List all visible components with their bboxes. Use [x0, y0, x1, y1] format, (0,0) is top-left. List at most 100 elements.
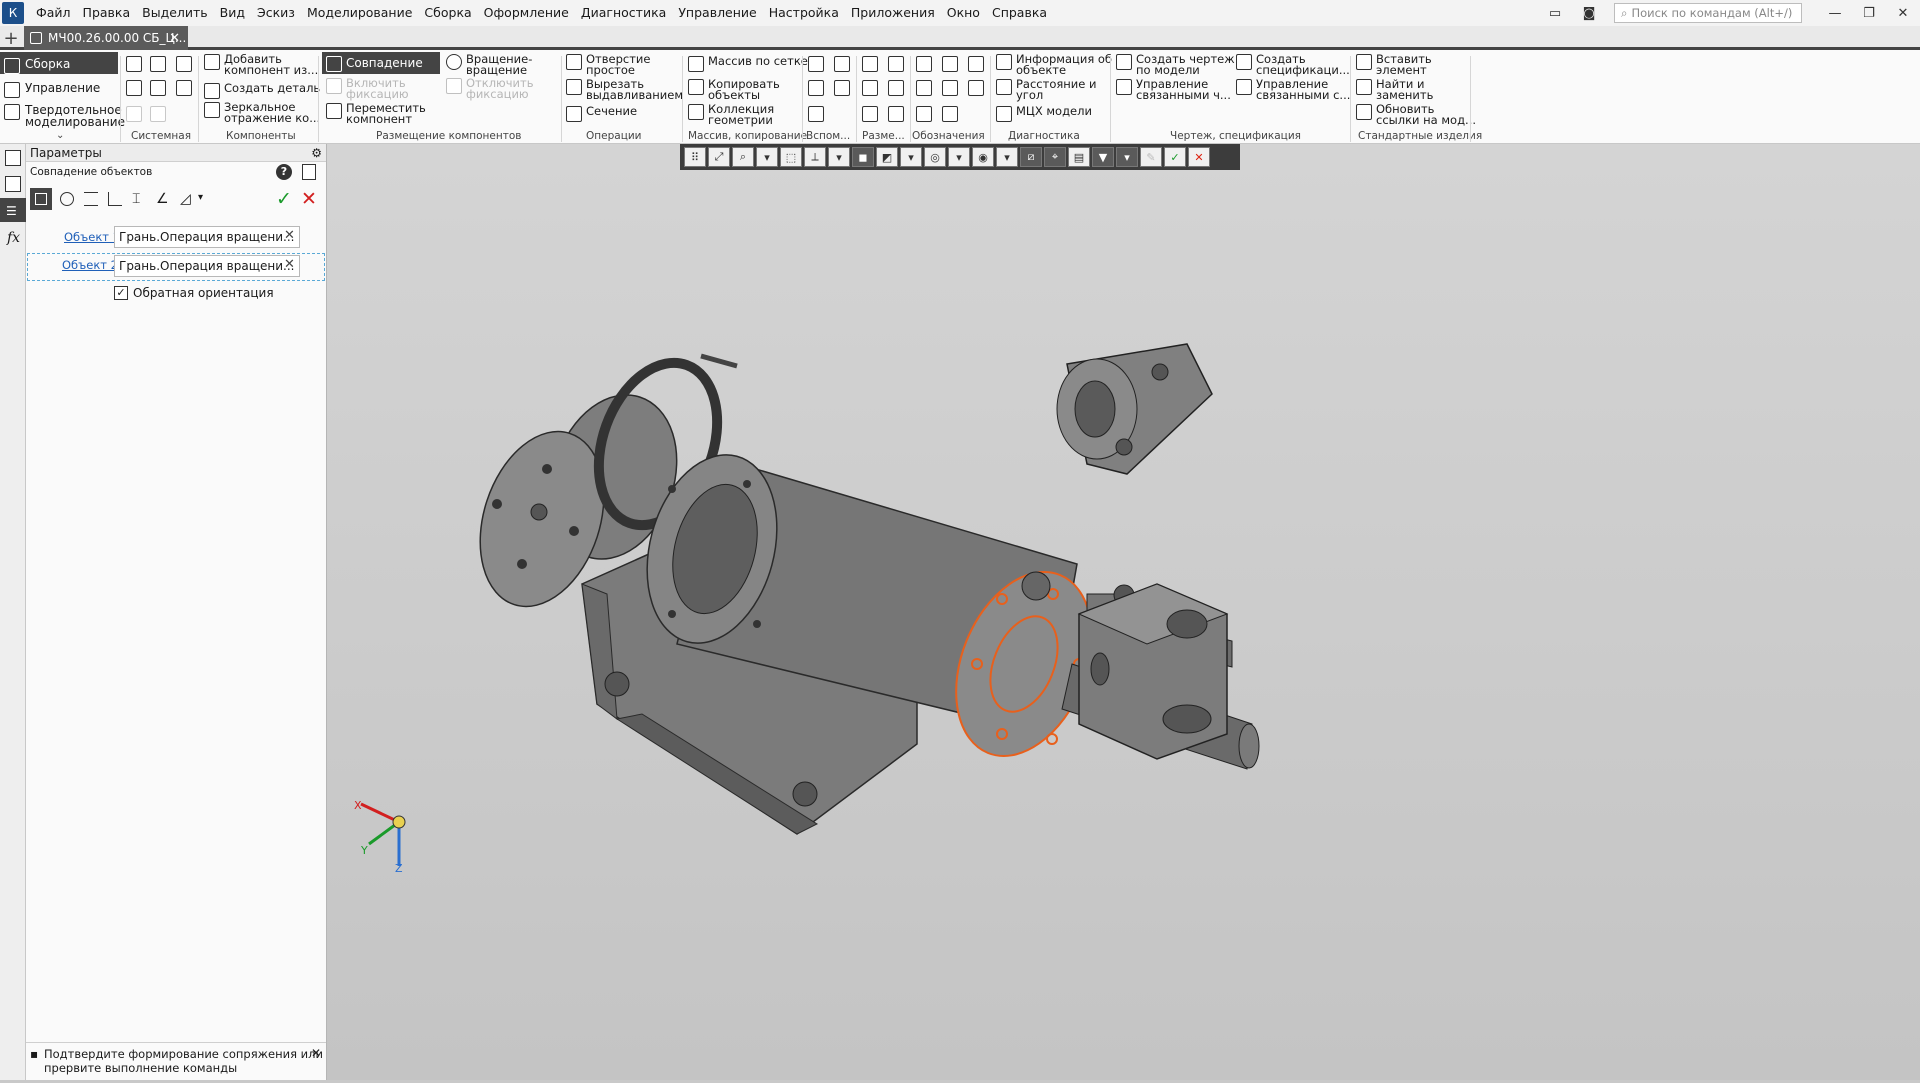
extrude-cut-button[interactable]: Вырезать выдавливанием: [566, 78, 683, 101]
hide-dropdown-icon[interactable]: ▾: [948, 147, 970, 167]
assembly-model[interactable]: [327, 144, 1920, 1080]
create-part-button[interactable]: Создать деталь: [204, 82, 320, 99]
help-icon[interactable]: ?: [276, 164, 292, 180]
app-logo-icon[interactable]: К: [2, 2, 24, 24]
parallel-icon[interactable]: [84, 192, 98, 206]
menu-sketch[interactable]: Эскиз: [251, 0, 301, 26]
weld-icon[interactable]: [968, 80, 984, 96]
view-triad-icon[interactable]: ⟂: [804, 147, 826, 167]
document-tab[interactable]: МЧ00.26.00.00 СБ_Ц... ✕: [24, 26, 188, 50]
menu-edit[interactable]: Правка: [77, 0, 137, 26]
shaded-display-icon[interactable]: ◼: [852, 147, 874, 167]
close-tab-icon[interactable]: ✕: [169, 31, 180, 46]
disable-fix-button[interactable]: Отключить фиксацию: [446, 77, 533, 100]
filter-icon[interactable]: ▼: [1092, 147, 1114, 167]
mode-assembly[interactable]: Сборка: [0, 52, 118, 74]
variables-fx-icon[interactable]: fx: [7, 230, 20, 246]
angle-icon[interactable]: ∠: [156, 192, 169, 206]
mirror-component-button[interactable]: Зеркальное отражение ко...: [204, 101, 320, 124]
display-dropdown-icon[interactable]: ▾: [900, 147, 922, 167]
tangent-icon[interactable]: ◿: [180, 192, 191, 206]
layers-icon[interactable]: ▤: [1068, 147, 1090, 167]
create-spec-button[interactable]: Создать спецификаци...: [1236, 53, 1350, 76]
auto-dim-icon[interactable]: [888, 106, 904, 122]
redo-icon[interactable]: [150, 106, 166, 122]
hide-icon[interactable]: ◎: [924, 147, 946, 167]
geometry-collection-button[interactable]: Коллекция геометрии: [688, 103, 774, 126]
print-icon[interactable]: [126, 80, 142, 96]
text-icon[interactable]: [942, 106, 958, 122]
zoom-to-fit-icon[interactable]: ⤢: [708, 147, 730, 167]
panel-settings-icon[interactable]: ⚙: [311, 144, 322, 162]
open-folder-icon[interactable]: [150, 56, 166, 72]
leader-icon[interactable]: [916, 56, 932, 72]
mass-properties-button[interactable]: МЦХ модели: [996, 105, 1092, 122]
camera-icon[interactable]: ◙: [1572, 0, 1606, 26]
chain-dim-icon[interactable]: [862, 106, 878, 122]
object1-label[interactable]: Объект 1: [64, 230, 120, 244]
new-document-icon[interactable]: +: [0, 26, 22, 50]
object2-clear-icon[interactable]: ✕: [284, 257, 295, 272]
grip-icon[interactable]: ⠿: [684, 147, 706, 167]
3d-viewport[interactable]: X Y Z: [327, 144, 1920, 1080]
update-links-button[interactable]: Обновить ссылки на мод...: [1356, 103, 1476, 126]
menu-diagnostics[interactable]: Диагностика: [575, 0, 672, 26]
visibility-dropdown-icon[interactable]: ▾: [996, 147, 1018, 167]
undo-icon[interactable]: [126, 106, 142, 122]
viewport-cancel-icon[interactable]: ✕: [1188, 147, 1210, 167]
filter-dropdown-icon[interactable]: ▾: [1116, 147, 1138, 167]
menu-select[interactable]: Выделить: [136, 0, 214, 26]
diameter-dim-icon[interactable]: [888, 80, 904, 96]
distance-icon[interactable]: ⌶: [132, 192, 140, 206]
menu-design[interactable]: Оформление: [478, 0, 575, 26]
menu-modeling[interactable]: Моделирование: [301, 0, 418, 26]
object2-label[interactable]: Объект 2: [62, 258, 118, 272]
cancel-icon[interactable]: ✕: [301, 188, 317, 210]
mark-icon[interactable]: [942, 80, 958, 96]
aux-curve-icon[interactable]: [808, 106, 824, 122]
rotation-rotation-button[interactable]: Вращение- вращение: [446, 53, 532, 76]
aux-point-icon[interactable]: [834, 80, 850, 96]
angle-dim-icon[interactable]: [862, 80, 878, 96]
manage-linked-specs-button[interactable]: Управление связанными с...: [1236, 78, 1350, 101]
viewport-confirm-icon[interactable]: ✓: [1164, 147, 1186, 167]
radial-dim-icon[interactable]: [888, 56, 904, 72]
roughness-icon[interactable]: [942, 56, 958, 72]
section-button[interactable]: Сечение: [566, 105, 637, 122]
tree-icon[interactable]: [5, 150, 21, 166]
menu-assembly[interactable]: Сборка: [418, 0, 477, 26]
bearing-bracket-part[interactable]: [1056, 343, 1213, 475]
new-file-icon[interactable]: [126, 56, 142, 72]
base-icon[interactable]: [968, 56, 984, 72]
add-component-button[interactable]: Добавить компонент из...: [204, 53, 318, 76]
aux-line-icon[interactable]: [808, 80, 824, 96]
copy-objects-button[interactable]: Копировать объекты: [688, 78, 780, 101]
menu-management[interactable]: Управление: [672, 0, 762, 26]
orientation-icon[interactable]: ⬚: [780, 147, 802, 167]
minimize-icon[interactable]: —: [1818, 0, 1852, 26]
zoom-icon[interactable]: ⌕: [732, 147, 754, 167]
distance-angle-button[interactable]: Расстояние и угол: [996, 78, 1096, 101]
insert-element-button[interactable]: Вставить элемент: [1356, 53, 1432, 76]
zoom-dropdown-icon[interactable]: ▾: [756, 147, 778, 167]
aux-plane-icon[interactable]: [808, 56, 824, 72]
menu-file[interactable]: Файл: [30, 0, 77, 26]
simple-hole-button[interactable]: Отверстие простое: [566, 53, 650, 76]
find-replace-button[interactable]: Найти и заменить: [1356, 78, 1433, 101]
object-info-button[interactable]: Информация об объекте: [996, 53, 1112, 76]
restore-icon[interactable]: ❐: [1852, 0, 1886, 26]
preview-icon[interactable]: [150, 80, 166, 96]
manage-linked-drawings-button[interactable]: Управление связанными ч...: [1116, 78, 1231, 101]
reverse-orientation-checkbox[interactable]: ✓: [114, 286, 128, 300]
enable-fix-button[interactable]: Включить фиксацию: [326, 77, 409, 100]
object1-field[interactable]: Грань.Операция вращени...: [114, 226, 300, 248]
mode-solid-modeling[interactable]: Твердотельное моделирование: [0, 98, 125, 134]
view-dropdown-icon[interactable]: ▾: [828, 147, 850, 167]
layout-icon[interactable]: ▭: [1538, 0, 1572, 26]
pencil-icon[interactable]: ✎: [1140, 147, 1162, 167]
grid-array-button[interactable]: Массив по сетке: [688, 55, 808, 72]
command-search-input[interactable]: ⌕ Поиск по командам (Alt+/): [1614, 3, 1802, 23]
move-component-button[interactable]: Переместить компонент: [326, 102, 426, 125]
object1-clear-icon[interactable]: ✕: [284, 228, 295, 243]
properties-icon[interactable]: [5, 176, 21, 192]
